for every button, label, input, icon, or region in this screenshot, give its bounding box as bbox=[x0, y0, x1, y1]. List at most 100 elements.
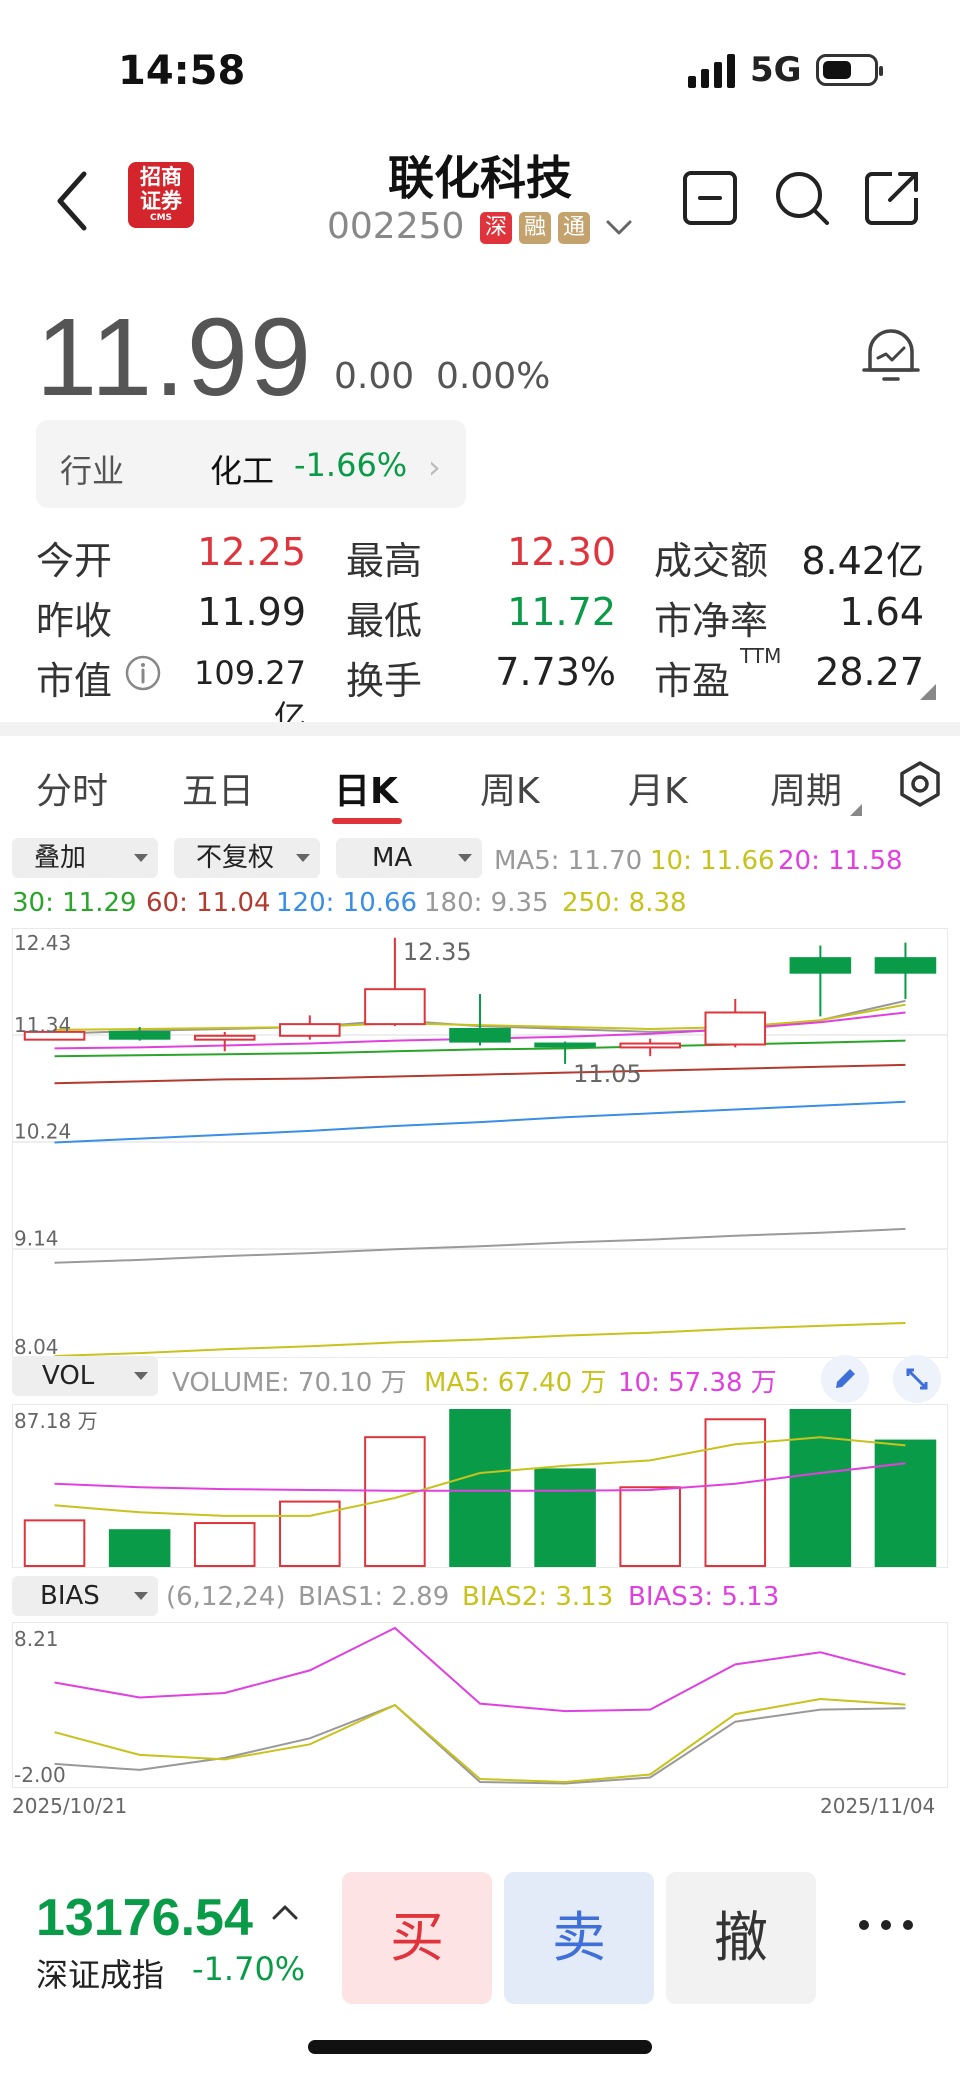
stat-value-turnover-rate: 7.73% bbox=[495, 650, 616, 694]
price-change: 0.00 bbox=[334, 356, 415, 397]
remove-watchlist-icon[interactable] bbox=[680, 168, 740, 228]
volume-legend: VOLUME: 70.10 万 bbox=[172, 1368, 407, 1398]
search-icon[interactable] bbox=[772, 168, 832, 228]
max-price-label: 12.35 bbox=[403, 938, 472, 966]
bias-dropdown[interactable]: BIAS bbox=[12, 1576, 158, 1616]
more-options-icon[interactable] bbox=[856, 1910, 916, 1940]
y-tick-label: 10.24 bbox=[14, 1120, 71, 1144]
y-tick-label: 8.04 bbox=[14, 1335, 59, 1358]
chevron-up-icon[interactable] bbox=[270, 1898, 300, 1928]
volume-bar bbox=[23, 1519, 86, 1567]
battery-icon bbox=[816, 54, 883, 86]
stat-label-pe: 市盈 bbox=[654, 659, 731, 703]
stat-label-high: 最高 bbox=[346, 539, 423, 583]
cellular-signal-icon bbox=[688, 54, 735, 88]
bias-params: (6,12,24) bbox=[166, 1582, 286, 1612]
volume-bar bbox=[789, 1409, 852, 1567]
share-icon[interactable] bbox=[862, 168, 922, 228]
expand-corner-icon[interactable] bbox=[920, 684, 936, 700]
vol-ma10-legend: 10: 57.38 万 bbox=[618, 1368, 777, 1398]
index-name: 深证成指 bbox=[36, 1956, 165, 1994]
candlestick-chart[interactable]: 12.43 11.34 10.24 9.14 8.04 12.35 11.05 bbox=[12, 928, 948, 1358]
network-type: 5G bbox=[750, 50, 802, 90]
broker-logo: 招商 证券 CMS bbox=[128, 162, 194, 228]
period-corner-icon bbox=[850, 804, 862, 816]
chevron-down-icon[interactable] bbox=[604, 216, 634, 240]
stat-label-open: 今开 bbox=[36, 539, 113, 583]
tab-five-day[interactable]: 五日 bbox=[182, 762, 254, 814]
tab-weekly-k[interactable]: 周K bbox=[480, 762, 540, 814]
back-button[interactable] bbox=[48, 166, 98, 236]
x-axis-end-date: 2025/11/04 bbox=[820, 1794, 936, 1818]
stat-label-pb: 市净率 bbox=[654, 599, 769, 643]
index-value[interactable]: 13176.54 bbox=[36, 1888, 253, 1948]
vol-dropdown[interactable]: VOL bbox=[12, 1356, 158, 1396]
info-icon[interactable] bbox=[124, 654, 162, 692]
stock-name: 联化科技 bbox=[388, 151, 572, 205]
volume-chart[interactable]: 87.18 万 bbox=[12, 1404, 948, 1568]
bias-max-label: 8.21 bbox=[14, 1627, 59, 1651]
bias-line-bias2 bbox=[54, 1697, 906, 1784]
tab-daily-k[interactable]: 日K bbox=[334, 762, 398, 814]
stock-code[interactable]: 002250 bbox=[327, 206, 464, 247]
stat-pe-superscript: TTM bbox=[740, 644, 782, 668]
section-divider bbox=[0, 722, 960, 736]
volume-bar bbox=[704, 1418, 767, 1567]
candle bbox=[619, 1038, 681, 1057]
candle-body bbox=[449, 1027, 511, 1043]
candle-body bbox=[704, 1011, 767, 1046]
price-change-percent: 0.00% bbox=[436, 356, 551, 397]
ma-line-ma120 bbox=[54, 1100, 906, 1144]
sell-button[interactable]: 卖 bbox=[504, 1872, 654, 2004]
x-axis-start-date: 2025/10/21 bbox=[12, 1794, 128, 1818]
tab-period[interactable]: 周期 bbox=[770, 762, 842, 814]
candle bbox=[874, 942, 937, 999]
adjust-dropdown[interactable]: 不复权 bbox=[174, 838, 320, 878]
industry-change-percent: -1.66% bbox=[294, 446, 408, 484]
ma120-legend: 120: 10.66 bbox=[276, 888, 418, 918]
volume-bar bbox=[108, 1529, 171, 1567]
ma180-legend: 180: 9.35 bbox=[424, 888, 549, 918]
indicator-dropdown[interactable]: MA bbox=[336, 838, 482, 878]
stat-value-open: 12.25 bbox=[197, 530, 306, 574]
fullscreen-icon[interactable] bbox=[892, 1354, 942, 1404]
min-price-label: 11.05 bbox=[573, 1060, 642, 1088]
candle-body bbox=[789, 957, 852, 974]
y-tick-label: 9.14 bbox=[14, 1226, 59, 1250]
active-tab-indicator bbox=[332, 818, 402, 824]
settings-icon[interactable] bbox=[896, 760, 944, 808]
status-time: 14:58 bbox=[118, 48, 246, 94]
vol-ma5-legend: MA5: 67.40 万 bbox=[424, 1368, 607, 1398]
cancel-order-button[interactable]: 撤 bbox=[666, 1872, 816, 2004]
tab-monthly-k[interactable]: 月K bbox=[628, 762, 688, 814]
stat-value-turnover: 8.42亿 bbox=[801, 539, 924, 583]
bias-chart[interactable]: 8.21 -2.00 bbox=[12, 1622, 948, 1788]
candle-body bbox=[193, 1034, 256, 1041]
industry-card[interactable]: 行业 化工 -1.66% › bbox=[36, 420, 466, 508]
candle bbox=[449, 994, 511, 1046]
ma5-legend: MA5: 11.70 bbox=[494, 846, 643, 876]
stat-label-low: 最低 bbox=[346, 599, 423, 643]
industry-name: 化工 bbox=[210, 452, 275, 490]
candle bbox=[279, 1015, 341, 1040]
y-tick-label: 11.34 bbox=[14, 1013, 71, 1037]
tab-intraday[interactable]: 分时 bbox=[36, 762, 108, 814]
stat-value-prev-close: 11.99 bbox=[197, 590, 306, 634]
ma-line-ma60 bbox=[54, 1063, 906, 1085]
overlay-dropdown[interactable]: 叠加 bbox=[12, 838, 158, 878]
stat-value-high: 12.30 bbox=[507, 530, 616, 574]
volume-bar bbox=[449, 1409, 511, 1567]
candle bbox=[193, 1031, 256, 1052]
bias3-legend: BIAS3: 5.13 bbox=[628, 1582, 780, 1612]
ma30-legend: 30: 11.29 bbox=[12, 888, 137, 918]
buy-button[interactable]: 买 bbox=[342, 1872, 492, 2004]
ma10-legend: 10: 11.66 bbox=[650, 846, 775, 876]
y-tick-label: 12.43 bbox=[14, 931, 71, 955]
bias-line-bias1 bbox=[54, 1703, 906, 1785]
stat-value-pe: 28.27 bbox=[815, 650, 924, 694]
industry-label: 行业 bbox=[60, 452, 125, 490]
bias1-legend: BIAS1: 2.89 bbox=[298, 1582, 450, 1612]
price-alert-bell-icon[interactable] bbox=[860, 324, 922, 386]
stat-label-turnover: 成交额 bbox=[654, 539, 769, 583]
edit-pencil-icon[interactable] bbox=[820, 1354, 870, 1404]
